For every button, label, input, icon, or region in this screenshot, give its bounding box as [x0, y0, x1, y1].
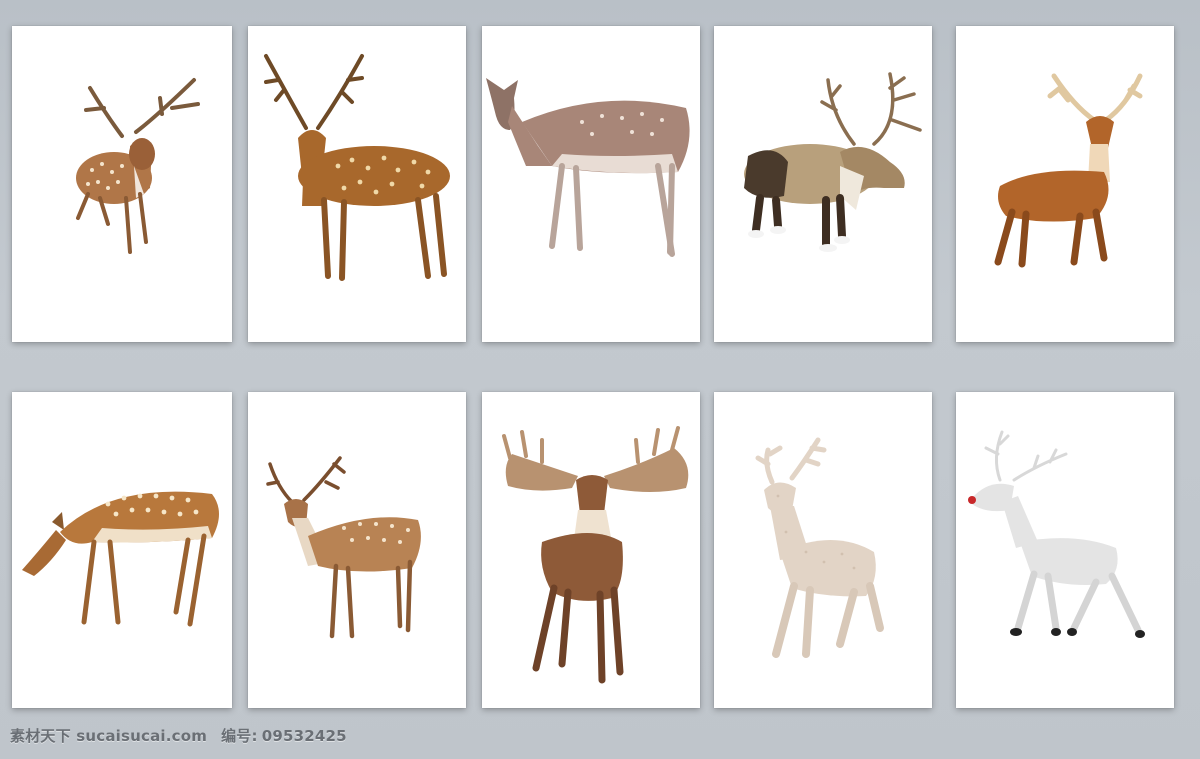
- spotted-deer-icon: [264, 54, 450, 281]
- reindeer-icon: [744, 72, 922, 252]
- deer-card-4[interactable]: [714, 26, 932, 342]
- sika-deer-icon: [76, 78, 200, 254]
- deer-card-3[interactable]: [482, 26, 700, 342]
- deer-card-7[interactable]: [248, 392, 466, 708]
- deer-card-1[interactable]: [12, 26, 232, 342]
- white-reindeer-icon: [968, 430, 1145, 638]
- cartoon-stag-icon: [994, 73, 1143, 268]
- deer-card-9[interactable]: [714, 392, 932, 708]
- fallow-buck-icon: [266, 456, 421, 639]
- watermark: 素材天下 sucaisucai.com 编号: 09532425: [10, 725, 361, 747]
- deer-card-8[interactable]: [482, 392, 700, 708]
- watermark-code-label: 编号:: [221, 727, 258, 745]
- glitter-deer-figurine-icon: [755, 437, 884, 658]
- deer-card-6[interactable]: [12, 392, 232, 708]
- fallow-doe-icon: [486, 78, 690, 257]
- deer-card-5[interactable]: [956, 26, 1174, 342]
- giant-antler-stag-icon: [502, 426, 689, 684]
- watermark-site: 素材天下 sucaisucai.com: [10, 727, 208, 745]
- deer-card-2[interactable]: [248, 26, 466, 342]
- deer-card-10[interactable]: [956, 392, 1174, 708]
- grazing-fawn-icon: [22, 491, 219, 627]
- watermark-code-value: 09532425: [261, 727, 347, 745]
